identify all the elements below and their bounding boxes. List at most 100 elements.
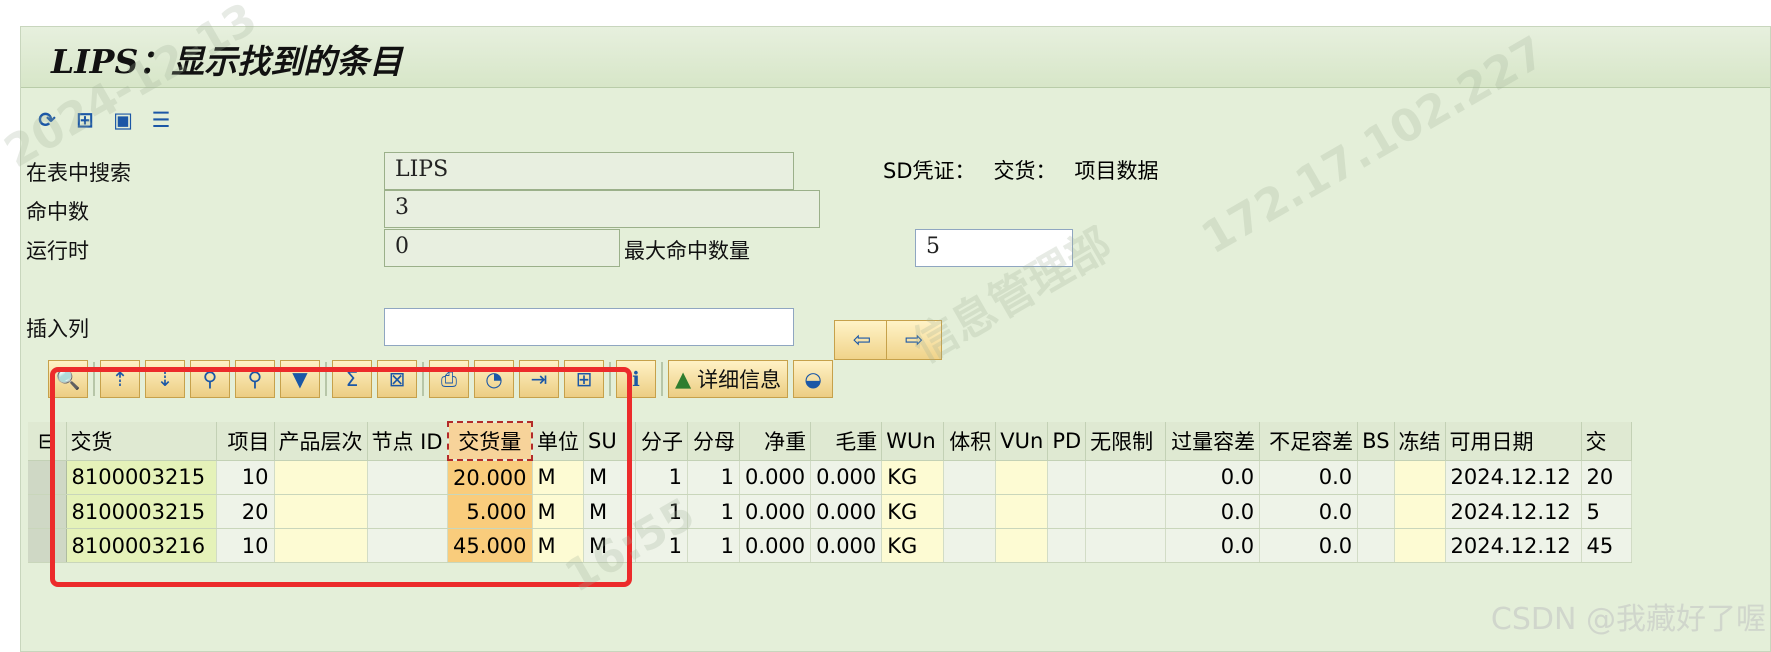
table-cell[interactable]: 0.0 [1259, 528, 1359, 563]
table-cell[interactable]: KG [881, 460, 945, 495]
table-cell[interactable] [367, 460, 449, 495]
column-header[interactable]: BS [1357, 422, 1395, 461]
table-cell[interactable]: KG [881, 494, 945, 529]
table-cell[interactable]: M [583, 460, 637, 495]
column-header[interactable]: 产品层次 [274, 422, 368, 461]
column-header[interactable]: VUn [995, 422, 1049, 461]
table-cell[interactable]: 1 [635, 528, 689, 563]
table-cell[interactable]: 0.0 [1165, 528, 1261, 563]
layout-icon[interactable]: ▣ [107, 104, 139, 136]
table-row[interactable]: 8100003215 20 5.000 M M 1 1 0.000 0.000 KG 0.0 0.0 2… [28, 494, 1632, 529]
table-row[interactable]: 8100003215 10 20.000 M M 1 1 0.000 0.000 KG 0.0 0.0… [28, 460, 1632, 495]
table-cell[interactable]: 20 [1581, 460, 1632, 495]
filter-button[interactable]: ▼ [280, 360, 320, 398]
table-cell[interactable] [274, 528, 368, 563]
table-cell[interactable] [1394, 460, 1446, 495]
column-header[interactable]: 项目 [216, 422, 275, 461]
table-cell[interactable]: 10 [216, 528, 275, 563]
column-header[interactable]: 冻结 [1394, 422, 1446, 461]
details-button[interactable]: ▲ 详细信息 [668, 360, 789, 398]
table-cell[interactable] [1357, 528, 1395, 563]
table-cell[interactable]: 0.0 [1165, 460, 1261, 495]
row-selector[interactable] [28, 494, 67, 529]
table-cell[interactable] [1047, 528, 1087, 563]
table-cell[interactable] [995, 460, 1049, 495]
row-selector[interactable] [28, 528, 67, 563]
sort-ascending-button[interactable]: ⇡ [100, 360, 140, 398]
find-next-button[interactable]: ⚲ [235, 360, 275, 398]
column-header[interactable]: PD [1047, 422, 1087, 461]
table-cell[interactable] [943, 494, 997, 529]
table-cell[interactable] [995, 528, 1049, 563]
table-row[interactable]: 8100003216 10 45.000 M M 1 1 0.000 0.000 KG 0.0 0.0… [28, 528, 1632, 563]
table-cell[interactable]: 0.000 [739, 528, 812, 563]
print-button[interactable]: ⎙ [429, 360, 469, 398]
search-table-field[interactable]: LIPS [384, 152, 794, 190]
table-cell[interactable] [274, 494, 368, 529]
table-cell[interactable] [367, 494, 449, 529]
table-cell[interactable]: KG [881, 528, 945, 563]
column-header[interactable]: 分子 [635, 422, 689, 461]
views-button[interactable]: ◔ [474, 360, 514, 398]
table-cell[interactable] [1394, 528, 1446, 563]
find-button[interactable]: ⚲ [190, 360, 230, 398]
sum-button[interactable]: Σ [332, 360, 372, 398]
table-cell[interactable]: M [583, 528, 637, 563]
table-cell[interactable]: 45 [1581, 528, 1632, 563]
row-selector[interactable] [28, 460, 67, 495]
column-header[interactable]: 不足容差 [1259, 422, 1359, 461]
table-cell[interactable]: 1 [687, 528, 741, 563]
table-cell[interactable]: 0.000 [810, 460, 883, 495]
column-header[interactable]: 分母 [687, 422, 741, 461]
table-cell[interactable]: 2024.12.12 [1445, 528, 1582, 563]
table-cell[interactable]: 2024.12.12 [1445, 460, 1582, 495]
table-cell[interactable]: 8100003215 [66, 494, 217, 529]
sort-descending-button[interactable]: ⇣ [145, 360, 185, 398]
export-button[interactable]: ⇥ [519, 360, 559, 398]
table-cell[interactable]: 2024.12.12 [1445, 494, 1582, 529]
column-header[interactable]: 毛重 [810, 422, 883, 461]
table-cell[interactable]: 1 [635, 494, 689, 529]
table-cell[interactable]: 5.000 [447, 494, 533, 529]
table-cell[interactable] [995, 494, 1049, 529]
max-hits-input[interactable]: 5 [915, 229, 1073, 267]
table-cell[interactable]: 1 [635, 460, 689, 495]
table-cell[interactable]: 20 [216, 494, 275, 529]
table-cell[interactable]: 1 [687, 494, 741, 529]
table-cell[interactable]: 0.000 [810, 528, 883, 563]
find-details-button[interactable]: 🔍 [48, 360, 88, 398]
column-header[interactable]: 交 [1581, 422, 1632, 461]
table-cell[interactable]: 10 [216, 460, 275, 495]
tree-icon[interactable]: ⊞ [69, 104, 101, 136]
add-column-button[interactable]: ⇦ [834, 320, 890, 360]
table-cell[interactable]: 8100003215 [66, 460, 217, 495]
column-header[interactable]: 交货 [66, 422, 217, 461]
table-cell[interactable] [1047, 494, 1087, 529]
subtotal-button[interactable]: ⊠ [377, 360, 417, 398]
layout-button[interactable]: ⊞ [564, 360, 604, 398]
table-cell[interactable]: 0.000 [739, 494, 812, 529]
table-cell[interactable] [1085, 528, 1167, 563]
column-header-selected[interactable]: 交货量 [446, 421, 534, 461]
table-cell[interactable]: 45.000 [447, 528, 533, 563]
table-cell[interactable]: 5 [1581, 494, 1632, 529]
refresh-icon[interactable]: ⟳ [31, 104, 63, 136]
table-cell[interactable] [1394, 494, 1446, 529]
column-header[interactable]: 单位 [532, 422, 585, 461]
table-cell[interactable] [943, 460, 997, 495]
table-cell[interactable]: 8100003216 [66, 528, 217, 563]
column-header[interactable]: 过量容差 [1165, 422, 1261, 461]
table-cell[interactable]: M [532, 460, 585, 495]
column-header[interactable]: 节点 ID [367, 422, 449, 461]
table-cell[interactable] [943, 528, 997, 563]
info-button[interactable]: ℹ [616, 360, 656, 398]
table-cell[interactable]: 0.000 [739, 460, 812, 495]
table-cell[interactable]: M [532, 494, 585, 529]
column-header[interactable]: 净重 [739, 422, 812, 461]
column-header[interactable]: SU [583, 422, 637, 461]
column-header[interactable]: 可用日期 [1445, 422, 1582, 461]
table-cell[interactable]: 0.0 [1165, 494, 1261, 529]
table-cell[interactable]: 1 [687, 460, 741, 495]
column-header[interactable]: 体积 [943, 422, 997, 461]
table-cell[interactable]: M [532, 528, 585, 563]
